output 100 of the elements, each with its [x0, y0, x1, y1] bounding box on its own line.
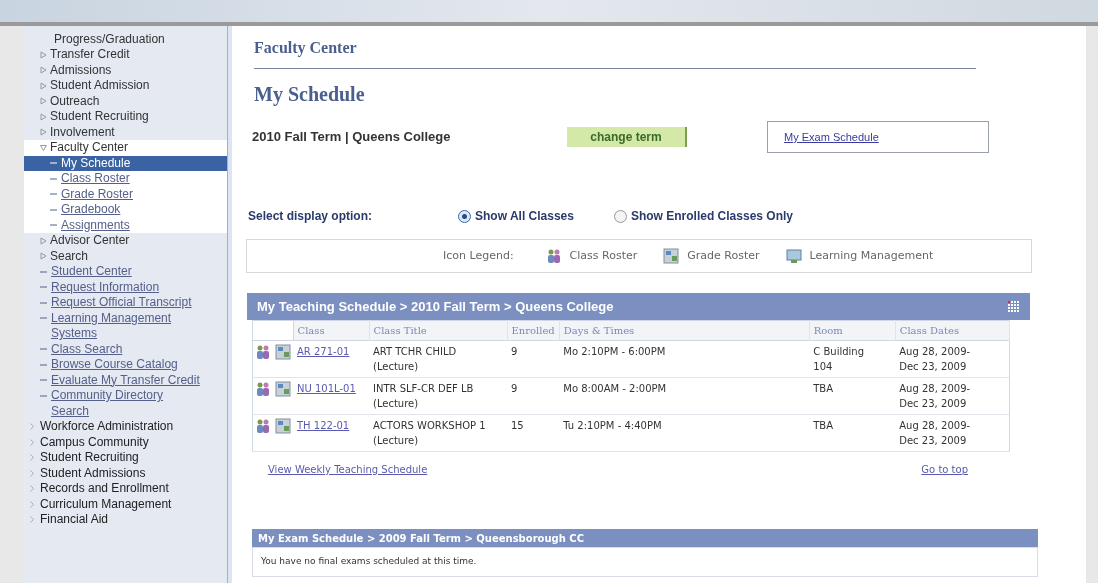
dash-icon: [50, 177, 57, 180]
menu-link[interactable]: Class Search: [51, 341, 201, 357]
dash-icon: [40, 379, 47, 382]
term-label: 2010 Fall Term | Queens College: [252, 128, 452, 147]
menu-folder[interactable]: Student Recruiting: [50, 109, 149, 125]
menu-link[interactable]: Student Center: [51, 264, 201, 280]
section-title: My Teaching Schedule > 2010 Fall Term > Queens College: [257, 297, 614, 316]
dash-icon: [40, 394, 47, 397]
menu-item[interactable]: Financial Aid: [40, 512, 109, 528]
radio-button[interactable]: [458, 209, 471, 223]
table-cell: ART TCHR CHILD (Lecture): [369, 340, 507, 378]
menu-link[interactable]: Browse Course Catalog: [51, 357, 201, 373]
legend-text: Class Roster: [569, 247, 638, 264]
menu-item[interactable]: Workforce Administration: [40, 419, 174, 435]
submenu-item[interactable]: Class Roster: [61, 171, 130, 187]
submenu-item[interactable]: Gradebook: [61, 202, 121, 218]
grid-icon[interactable]: [275, 381, 291, 397]
dash-icon: [40, 270, 47, 273]
class-link[interactable]: AR 271-01: [297, 346, 350, 357]
dash-icon: [50, 224, 57, 227]
people-icon[interactable]: [255, 418, 271, 434]
dash-icon: [50, 208, 57, 211]
menu-item[interactable]: Student Recruiting: [40, 450, 139, 466]
menu-folder[interactable]: Faculty Center: [50, 140, 129, 156]
menu-folder[interactable]: Student Admission: [50, 78, 150, 94]
column-header: Class Dates: [895, 320, 1010, 341]
triangle-icon[interactable]: [40, 66, 47, 75]
menu-link[interactable]: Evaluate My Transfer Credit: [51, 372, 201, 388]
menu-folder[interactable]: Admissions: [50, 62, 112, 78]
menu-link[interactable]: Learning Management Systems: [51, 310, 201, 342]
class-link[interactable]: NU 101L-01: [297, 383, 356, 394]
submenu-item[interactable]: Grade Roster: [61, 186, 134, 202]
triangle-icon[interactable]: [40, 81, 47, 90]
radio-button[interactable]: [613, 209, 627, 223]
weekly-schedule-link[interactable]: View Weekly Teaching Schedule: [268, 462, 428, 477]
dash-icon: [40, 301, 47, 304]
triangle-icon[interactable]: [40, 252, 47, 261]
people-icon[interactable]: [545, 248, 562, 264]
menu-link[interactable]: Community Directory Search: [51, 388, 201, 419]
table-cell: ACTORS WORKSHOP 1 (Lecture): [369, 414, 507, 452]
menu-item[interactable]: Records and Enrollment: [40, 481, 169, 497]
triangle-icon[interactable]: [40, 97, 47, 106]
table-cell: INTR SLF-CR DEF LB (Lecture): [369, 377, 507, 415]
column-header: Days & Times: [559, 320, 810, 341]
people-icon[interactable]: [255, 344, 271, 360]
column-header: Room: [809, 320, 896, 341]
table-cell: C Building 104: [809, 340, 896, 378]
menu-folder[interactable]: Transfer Credit: [50, 47, 130, 63]
table-cell: Tu 2:10PM - 4:40PM: [559, 414, 810, 452]
change-term-button[interactable]: change term: [567, 127, 687, 147]
table-cell: TBA: [809, 414, 896, 452]
menu-folder[interactable]: Outreach: [50, 93, 100, 109]
section-title: My Exam Schedule > 2009 Fall Term > Queensborough CC: [258, 531, 584, 546]
dash-icon: [40, 348, 47, 351]
grid-icon[interactable]: [275, 418, 291, 434]
dash-icon: [40, 363, 47, 366]
table-cell: Aug 28, 2009- Dec 23, 2009: [895, 377, 1010, 415]
exam-schedule-link[interactable]: My Exam Schedule: [784, 128, 879, 146]
triangle-icon[interactable]: [40, 128, 47, 137]
column-header: Enrolled: [507, 320, 560, 341]
go-to-top-link[interactable]: Go to top: [921, 462, 968, 477]
menu-item[interactable]: Curriculum Management: [40, 496, 172, 512]
dash-icon: [50, 193, 57, 196]
triangle-icon[interactable]: [40, 236, 47, 245]
triangle-icon[interactable]: [40, 50, 47, 59]
display-option-label: Select display option:: [248, 208, 374, 225]
table-cell: Aug 28, 2009- Dec 23, 2009: [895, 414, 1010, 452]
menu-folder[interactable]: Involvement: [50, 124, 115, 140]
monitor-icon[interactable]: [785, 248, 802, 264]
grid-icon[interactable]: [1008, 300, 1020, 313]
table-cell: Mo 2:10PM - 6:00PM: [559, 340, 810, 378]
menu-folder[interactable]: Search: [50, 248, 89, 264]
column-header: Class: [293, 320, 369, 341]
radio-label[interactable]: Show All Classes: [475, 207, 574, 225]
grid-icon[interactable]: [663, 248, 680, 264]
triangle-icon[interactable]: [40, 112, 47, 121]
menu-folder[interactable]: Advisor Center: [50, 233, 130, 249]
table-cell: TBA: [809, 377, 896, 415]
table-cell: 9: [507, 377, 560, 415]
legend-text: Grade Roster: [687, 247, 760, 264]
exam-message: You have no final exams scheduled at this time.: [261, 555, 477, 569]
page-heading: My Schedule: [253, 82, 366, 108]
radio-label[interactable]: Show Enrolled Classes Only: [630, 207, 793, 225]
menu-item[interactable]: Campus Community: [40, 434, 149, 450]
menu-link[interactable]: Request Official Transcript: [51, 295, 201, 311]
page-title: Faculty Center: [253, 38, 358, 59]
people-icon[interactable]: [255, 381, 271, 397]
table-cell: 9: [507, 340, 560, 378]
column-header: Class Title: [369, 320, 507, 341]
menu-item[interactable]: Student Admissions: [40, 465, 146, 481]
menu-item[interactable]: Progress/Graduation: [54, 32, 165, 46]
submenu-item[interactable]: Assignments: [61, 217, 130, 233]
class-link[interactable]: TH 122-01: [297, 420, 350, 431]
legend-label: Icon Legend:: [443, 247, 514, 264]
table-cell: Aug 28, 2009- Dec 23, 2009: [895, 340, 1010, 378]
triangle-icon[interactable]: [39, 144, 48, 152]
dash-icon: [50, 162, 57, 165]
table-cell: 15: [507, 414, 560, 452]
menu-link[interactable]: Request Information: [51, 279, 201, 295]
grid-icon[interactable]: [275, 344, 291, 360]
